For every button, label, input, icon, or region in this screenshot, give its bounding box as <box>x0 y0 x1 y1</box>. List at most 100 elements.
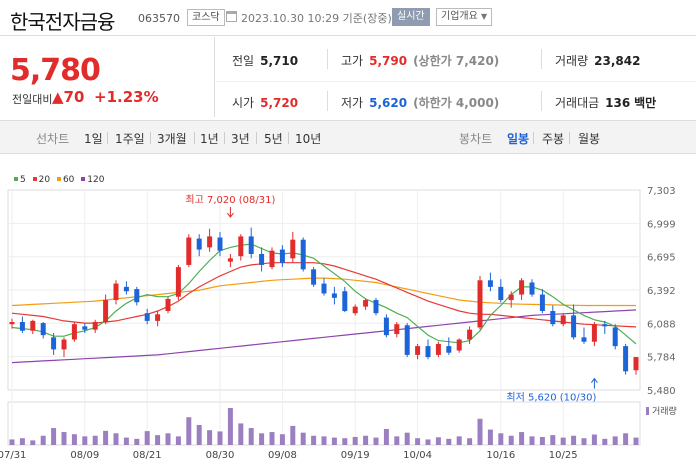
stat-prev-close: 전일 5,710 <box>232 52 298 69</box>
tab-10y[interactable]: 10년 <box>295 130 321 147</box>
tab-5y[interactable]: 5년 <box>264 130 283 147</box>
candle-body <box>477 280 483 328</box>
volume-bar <box>259 433 265 445</box>
row-divider <box>216 81 696 82</box>
line-chart-label: 선차트 <box>36 132 70 146</box>
volume-bar <box>175 436 181 445</box>
open-value: 5,720 <box>260 96 299 110</box>
stats-panel: 전일 5,710 고가 5,790 (상한가 7,420) 거래량 23,842 시가 5… <box>216 37 696 117</box>
quote-datetime: 2023.10.30 10:29 기준(장중) <box>241 12 392 25</box>
candle-body <box>82 326 88 330</box>
candle-body <box>217 237 223 251</box>
candle-body <box>581 337 587 342</box>
volume-bar <box>519 432 525 445</box>
candle-body <box>40 323 46 336</box>
candle-body <box>311 269 317 285</box>
tab-separator <box>288 132 289 144</box>
volume-bar <box>581 438 587 445</box>
candle-body <box>550 311 556 325</box>
candle-body <box>144 313 150 321</box>
candle-body <box>591 324 597 342</box>
high-value: 5,790 <box>369 54 408 68</box>
ma20-swatch <box>32 177 37 181</box>
candle-body <box>404 325 410 355</box>
volume-bar <box>134 438 140 445</box>
lower-limit: (하한가 4,000) <box>413 96 500 110</box>
volume-bar <box>342 438 348 445</box>
tab-monthly[interactable]: 월봉 <box>578 130 600 147</box>
candle-body <box>113 283 119 301</box>
tab-separator <box>533 132 534 144</box>
tab-weekly[interactable]: 주봉 <box>542 130 564 147</box>
volume-bar <box>123 437 129 445</box>
prev-close-value: 5,710 <box>260 54 299 68</box>
tab-1y[interactable]: 1년 <box>200 130 219 147</box>
volume-bar <box>311 435 317 445</box>
volume-bar <box>19 438 25 445</box>
company-info-dropdown[interactable]: 기업개요 ▼ <box>436 8 493 26</box>
candle-body <box>51 337 57 350</box>
realtime-button[interactable]: 실시간 <box>392 8 430 26</box>
ma120-line <box>11 309 637 364</box>
candle-body <box>415 346 421 355</box>
y-tick-label: 6,088 <box>647 319 676 330</box>
change-label: 전일대비 <box>12 93 53 106</box>
volume-bar <box>539 436 545 445</box>
ma60-label: 60 <box>62 175 75 185</box>
volume-bar <box>92 435 98 445</box>
volume-bar <box>352 436 358 445</box>
volume-bar <box>186 417 192 445</box>
candle-body <box>103 300 109 322</box>
tab-1d[interactable]: 1일 <box>84 130 103 147</box>
volume-bar <box>446 438 452 445</box>
volume-label: 거래량 <box>555 54 589 68</box>
volume-bar <box>383 428 389 445</box>
volume-legend-swatch <box>646 407 649 415</box>
x-tick-label: 09/19 <box>341 450 370 461</box>
tab-separator <box>569 132 570 144</box>
volume-bar <box>238 423 244 445</box>
tab-daily[interactable]: 일봉 <box>507 130 529 147</box>
volume-bar <box>467 438 473 445</box>
candle-body <box>134 289 140 303</box>
ma5-swatch <box>14 177 18 181</box>
tab-1w[interactable]: 1주일 <box>115 130 145 147</box>
candle-body <box>19 321 25 331</box>
high-arrow-icon <box>227 207 234 218</box>
stock-header: 한국전자금융 063570 코스닥 2023.10.30 10:29 기준(장중… <box>0 0 696 36</box>
volume-bar <box>394 436 400 445</box>
y-tick-label: 6,695 <box>647 253 676 264</box>
volume-bar <box>425 439 431 445</box>
volume-bar <box>30 440 36 445</box>
x-tick-label: 10/25 <box>549 450 578 461</box>
candle-body <box>92 321 98 330</box>
volume-bar <box>633 437 639 445</box>
ma5-line <box>11 243 637 345</box>
low-annotation: 최저 5,620 (10/30) <box>506 392 596 404</box>
tab-3m[interactable]: 3개월 <box>157 130 187 147</box>
stat-low: 저가 5,620 (하한가 4,000) <box>341 94 499 111</box>
volume-bar <box>321 436 327 445</box>
divider <box>327 91 328 111</box>
stat-high: 고가 5,790 (상한가 7,420) <box>341 52 499 69</box>
volume-bar <box>9 439 15 445</box>
candle-body <box>290 239 296 259</box>
volume-bar <box>279 434 285 445</box>
up-triangle-icon: ▲ <box>52 88 64 106</box>
volume-frame <box>7 401 641 446</box>
candle-body <box>529 282 535 295</box>
volume-bar <box>227 408 233 445</box>
candle-body <box>373 300 379 314</box>
x-tick-label: 09/08 <box>268 450 297 461</box>
ma60-line <box>11 277 636 307</box>
candle-body <box>383 317 389 336</box>
tab-3y[interactable]: 3년 <box>231 130 250 147</box>
tab-separator <box>256 132 257 144</box>
candle-body <box>9 321 15 325</box>
candle-body <box>300 239 306 270</box>
volume-bar <box>550 435 556 445</box>
y-tick-label: 5,784 <box>647 353 676 364</box>
candle-body <box>259 253 265 265</box>
candle-body <box>352 306 358 314</box>
candle-body <box>186 237 192 265</box>
